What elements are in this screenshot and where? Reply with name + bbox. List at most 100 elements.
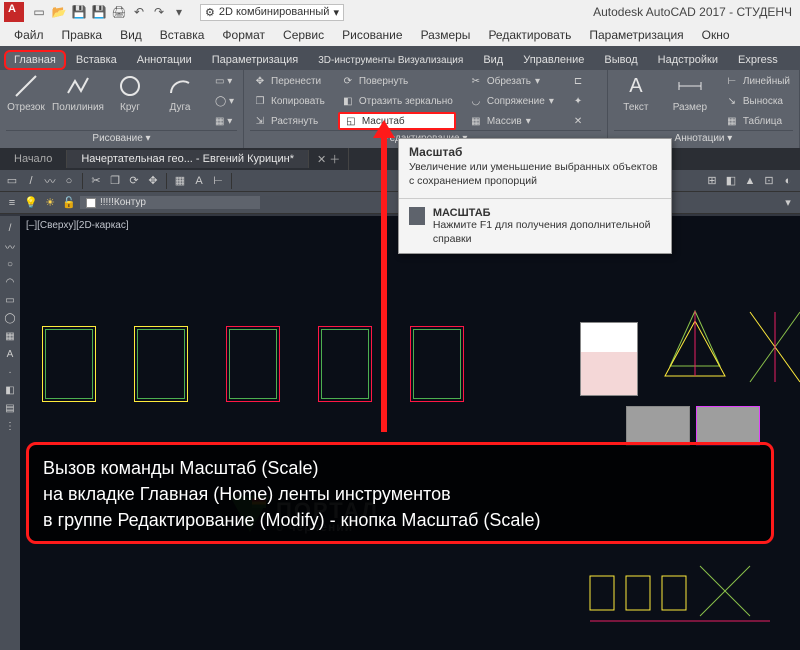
bulb-icon[interactable]: 💡 [23,195,39,211]
linear-button[interactable]: ⊢Линейный [722,72,793,90]
tool-line[interactable]: / [2,220,18,236]
text-icon: A [622,72,650,100]
leader-button[interactable]: ↘Выноска [722,92,793,110]
layer-icon[interactable]: ≡ [4,195,20,211]
table-button[interactable]: ▦Таблица [722,112,793,130]
circle-button[interactable]: Круг [110,72,150,113]
erase-icon[interactable]: ✕ [571,112,585,130]
tab-express[interactable]: Express [728,50,788,70]
fillet-button[interactable]: ◡Сопряжение ▾ [466,92,557,110]
rect-5-in [413,329,461,399]
polyline-button[interactable]: Полилиния [56,72,100,113]
viewport-label[interactable]: [–][Сверху][2D-каркас] [26,220,129,231]
raster-thumb-2 [626,406,690,446]
menu-edit[interactable]: Правка [54,26,111,44]
tool-table[interactable]: ▤ [2,400,18,416]
ellipse-icon[interactable]: ◯ ▾ [212,92,237,110]
annot-line3: в группе Редактирование (Modify) - кнопк… [43,507,757,533]
save-icon[interactable]: 💾 [70,3,88,21]
layer-name: !!!!!Контур [100,197,146,208]
tool-arc[interactable]: ◠ [2,274,18,290]
layer-selector[interactable]: !!!!!Контур [80,196,260,209]
text-button[interactable]: AТекст [614,72,658,113]
explode-icon[interactable]: ✦ [571,92,585,110]
tool-ellipse[interactable]: ◯ [2,310,18,326]
menu-view[interactable]: Вид [112,26,150,44]
tab-manage[interactable]: Управление [513,50,594,70]
menu-dimension[interactable]: Размеры [413,26,479,44]
scale-button[interactable]: ◱Масштаб [338,112,456,130]
tab-view[interactable]: Вид [473,50,513,70]
menu-draw[interactable]: Рисование [334,26,410,44]
rect-icon[interactable]: ▭ ▾ [212,72,237,90]
undo-icon[interactable]: ↶ [130,3,148,21]
menu-tools[interactable]: Сервис [275,26,332,44]
tool-pline[interactable]: 〰 [2,238,18,254]
geom-1 [660,306,730,384]
trim-button[interactable]: ✂Обрезать ▾ [466,72,557,90]
scale-icon: ◱ [344,114,358,128]
tab-addins[interactable]: Надстройки [648,50,728,70]
leader-icon: ↘ [725,94,739,108]
plot-icon[interactable]: 🖨 [110,3,128,21]
callout-arrow [381,128,387,432]
qat-more-icon[interactable]: ▾ [170,3,188,21]
lock-icon[interactable]: 🔓 [61,195,77,211]
tool-text[interactable]: A [2,346,18,362]
drawing-area[interactable]: [–][Сверху][2D-каркас] ПОРТАЛо черчении [20,216,800,650]
rect-2-in [137,329,185,399]
menu-file[interactable]: Файл [6,26,52,44]
tool-hatch[interactable]: ▦ [2,328,18,344]
tab-home[interactable]: Главная [4,50,66,70]
tb-icon[interactable]: ▭ [4,173,20,189]
new-icon[interactable]: ▭ [30,3,48,21]
rotate-icon: ⟳ [341,74,355,88]
menu-bar: Файл Правка Вид Вставка Формат Сервис Ри… [0,24,800,46]
array-button[interactable]: ▦Массив ▾ [466,112,557,130]
table-icon: ▦ [725,114,739,128]
menu-window[interactable]: Окно [694,26,738,44]
open-icon[interactable]: 📂 [50,3,68,21]
tool-point[interactable]: · [2,364,18,380]
tool-region[interactable]: ◧ [2,382,18,398]
raster-thumb-1 [580,322,638,396]
tab-annotate[interactable]: Аннотации [127,50,202,70]
annotation-box: Вызов команды Масштаб (Scale) на вкладке… [26,442,774,544]
menu-insert[interactable]: Вставка [152,26,213,44]
tab-insert[interactable]: Вставка [66,50,127,70]
menu-parametric[interactable]: Параметризация [581,26,691,44]
mirror-button[interactable]: ◧Отразить зеркально [338,92,456,110]
panel-modify: ✥Перенести ❐Копировать ⇲Растянуть ⟳Повер… [244,70,608,148]
redo-icon[interactable]: ↷ [150,3,168,21]
saveas-icon[interactable]: 💾 [90,3,108,21]
hatch-icon[interactable]: ▦ ▾ [212,112,237,130]
tab-add[interactable]: ✕ ＋ [309,148,349,170]
arc-button[interactable]: Дуга [160,72,200,113]
menu-format[interactable]: Формат [214,26,273,44]
tab-output[interactable]: Вывод [594,50,647,70]
offset-icon[interactable]: ⊏ [571,72,585,90]
tool-more[interactable]: ⋮ [2,418,18,434]
dimension-button[interactable]: Размер [668,72,712,113]
rotate-button[interactable]: ⟳Повернуть [338,72,456,90]
gear-icon: ⚙ [205,6,215,19]
menu-modify[interactable]: Редактировать [480,26,579,44]
line-button[interactable]: Отрезок [6,72,46,113]
tab-start[interactable]: Начало [0,150,67,168]
rect-1-in [45,329,93,399]
move-button[interactable]: ✥Перенести [250,72,328,90]
rect-3-in [229,329,277,399]
tool-rect[interactable]: ▭ [2,292,18,308]
copy-button[interactable]: ❐Копировать [250,92,328,110]
linear-icon: ⊢ [725,74,739,88]
sun-icon[interactable]: ☀ [42,195,58,211]
workspace-switcher[interactable]: ⚙ 2D комбинированный ▾ [200,4,344,21]
tab-parametric[interactable]: Параметризация [202,50,308,70]
mirror-icon: ◧ [341,94,355,108]
tab-drawing[interactable]: Начертательная гео... - Евгений Курицин* [67,150,309,168]
stretch-button[interactable]: ⇲Растянуть [250,112,328,130]
geom-2 [750,312,800,382]
panel-draw-title[interactable]: Рисование ▾ [6,130,237,146]
tab-3dtools[interactable]: 3D-инструменты Визуализация [308,51,473,70]
tool-circle[interactable]: ○ [2,256,18,272]
